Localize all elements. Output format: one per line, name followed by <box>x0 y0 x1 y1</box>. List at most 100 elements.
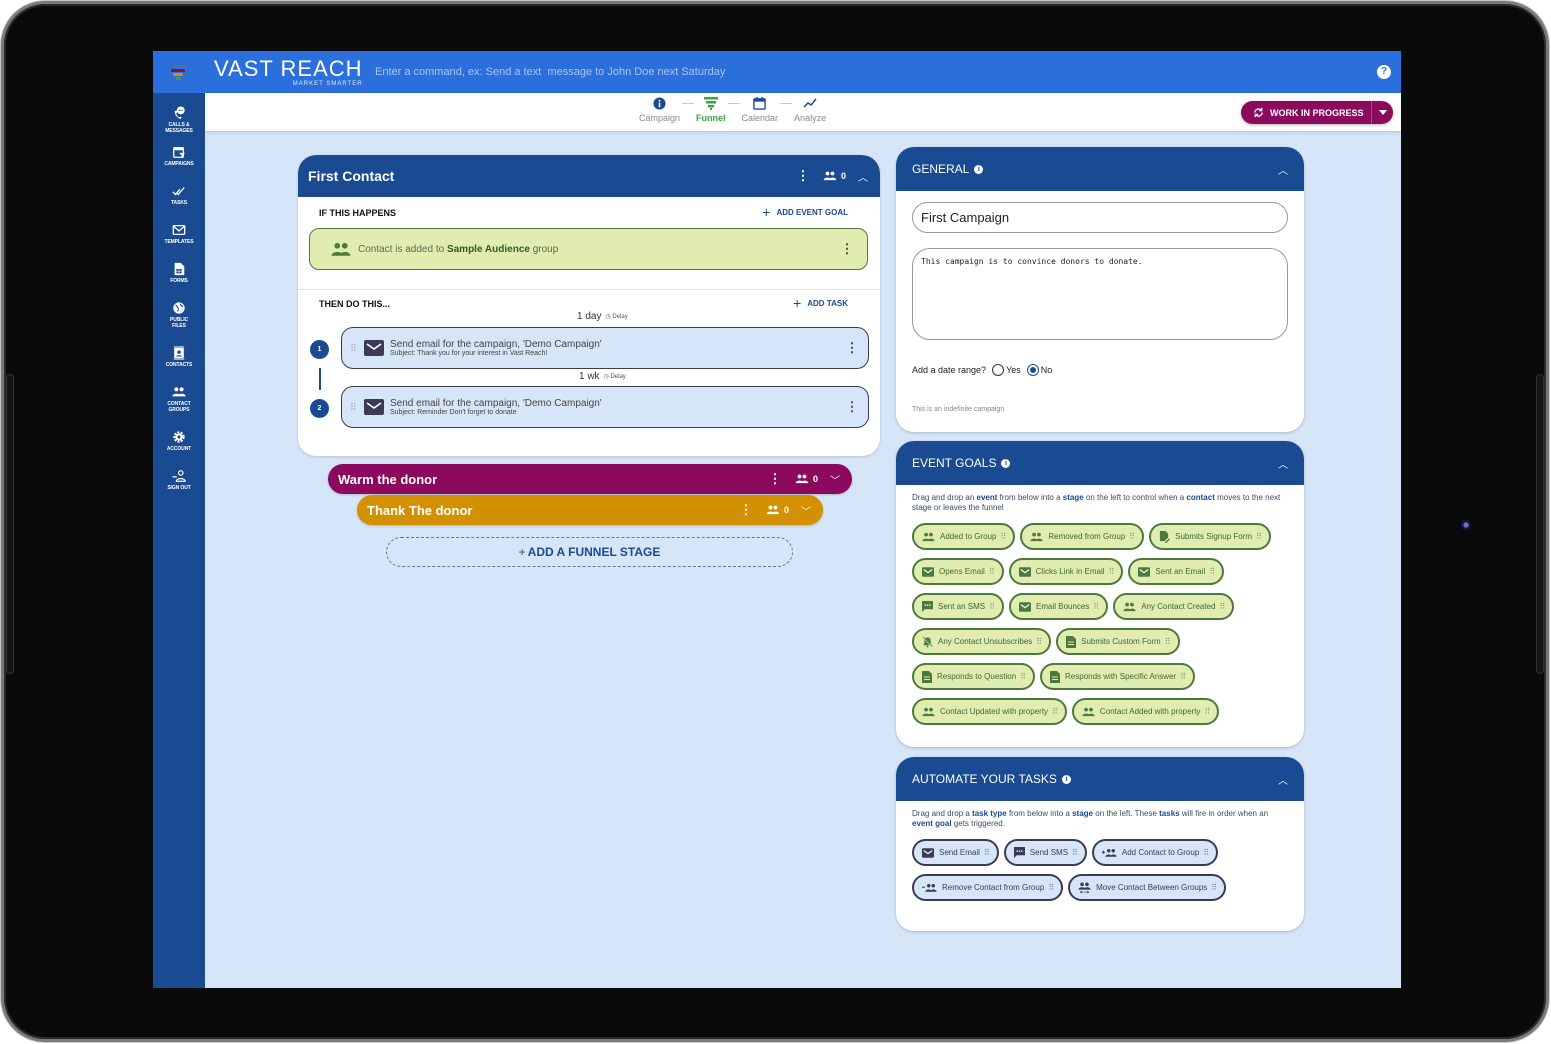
drag-handle-icon[interactable]: ⠿ <box>1072 848 1078 857</box>
help-icon[interactable]: ? <box>1377 65 1391 79</box>
drag-handle-icon[interactable]: ⠿ <box>1256 532 1262 541</box>
sidebar-item-campaigns[interactable]: CAMPAIGNS <box>153 145 205 184</box>
event-menu-icon[interactable]: ⋮ <box>839 242 855 255</box>
sidebar-item-templates[interactable]: TEMPLATES <box>153 223 205 262</box>
event-goal-item[interactable]: Contact is added to Sample Audience grou… <box>309 228 868 270</box>
date-range-no-radio[interactable]: No <box>1026 364 1052 376</box>
sidebar-item-public-files[interactable]: PUBLIC FILES <box>153 301 205 346</box>
campaign-description-input[interactable]: This campaign is to convince donors to d… <box>912 248 1288 340</box>
event-goal-chip[interactable]: Submits Signup Form ⠿ <box>1149 523 1271 550</box>
drag-handle-icon[interactable]: ⠿ <box>350 402 358 411</box>
drag-handle-icon[interactable]: ⠿ <box>989 602 995 611</box>
stage-menu-icon[interactable]: ⋮ <box>795 169 811 182</box>
add-funnel-stage-button[interactable]: + ADD A FUNNEL STAGE <box>386 537 793 567</box>
brand-name: VAST REACH <box>214 56 363 81</box>
drag-handle-icon[interactable]: ⠿ <box>1036 637 1042 646</box>
status-dropdown-toggle[interactable] <box>1371 101 1393 124</box>
status-button[interactable]: WORK IN PROGRESS <box>1241 101 1371 124</box>
task-item[interactable]: ⠿ Send email for the campaign, 'Demo Cam… <box>341 386 869 428</box>
drag-handle-icon[interactable]: ⠿ <box>1020 672 1026 681</box>
task-delay[interactable]: 1 day ◷ Delay <box>577 311 628 322</box>
command-input[interactable] <box>375 62 975 82</box>
task-type-chip[interactable]: Send Email ⠿ <box>912 839 999 866</box>
funnel-logo-icon[interactable] <box>169 65 187 81</box>
sidebar-item-contact-groups[interactable]: CONTACT GROUPS <box>153 385 205 430</box>
event-goal-chip[interactable]: Contact Updated with property ⠿ <box>912 698 1067 725</box>
event-goal-chip[interactable]: Contact Added with property ⠿ <box>1071 698 1220 725</box>
stage-header[interactable]: First Contact ⋮ 0 ︿ <box>298 155 880 197</box>
task-menu-icon[interactable]: ⋮ <box>844 341 860 354</box>
sidebar-item-contacts[interactable]: CONTACTS <box>153 346 205 385</box>
panel-header[interactable]: GENERAL i ︿ <box>896 147 1304 191</box>
drag-handle-icon[interactable]: ⠿ <box>1109 567 1115 576</box>
event-goal-chip[interactable]: Opens Email ⠿ <box>912 558 1004 585</box>
expand-chevron-icon[interactable]: ﹀ <box>799 503 813 518</box>
event-goal-chip[interactable]: Submits Custom Form ⠿ <box>1056 628 1180 655</box>
drag-handle-icon[interactable]: ⠿ <box>1204 707 1210 716</box>
task-type-chip[interactable]: Move Contact Between Groups ⠿ <box>1068 874 1227 901</box>
drag-handle-icon[interactable]: ⠿ <box>1203 848 1209 857</box>
panel-header[interactable]: EVENT GOALS i ︿ <box>896 441 1304 485</box>
campaign-name-input[interactable] <box>912 202 1288 233</box>
step-analyze[interactable]: Analyze <box>794 96 826 123</box>
drag-handle-icon[interactable]: ⠿ <box>1165 637 1171 646</box>
event-goal-chip[interactable]: Removed from Group ⠿ <box>1020 523 1145 550</box>
drag-handle-icon[interactable]: ⠿ <box>1211 883 1217 892</box>
expand-chevron-icon[interactable]: ﹀ <box>828 472 842 487</box>
event-goal-chip[interactable]: Responds with Specific Answer ⠿ <box>1040 663 1196 690</box>
event-goal-chip[interactable]: Any Contact Created ⠿ <box>1113 593 1235 620</box>
panel-header[interactable]: AUTOMATE YOUR TASKS i ︿ <box>896 757 1304 801</box>
stage-menu-icon[interactable]: ⋮ <box>738 503 754 516</box>
event-goal-chip[interactable]: Added to Group ⠿ <box>912 523 1016 550</box>
step-campaign[interactable]: Campaign <box>639 96 680 123</box>
drag-handle-icon[interactable]: ⠿ <box>1048 883 1054 892</box>
group-icon <box>766 505 780 515</box>
sidebar-item-sign-out[interactable]: SIGN OUT <box>153 469 205 508</box>
task-item[interactable]: ⠿ Send email for the campaign, 'Demo Cam… <box>341 327 869 369</box>
info-icon[interactable]: i <box>1061 774 1071 784</box>
add-task-button[interactable]: + ADD TASK <box>793 296 848 310</box>
event-goal-chip[interactable]: Email Bounces ⠿ <box>1009 593 1109 620</box>
event-goal-chip[interactable]: Any Contact Unsubscribes ⠿ <box>912 628 1052 655</box>
task-type-chip[interactable]: Send SMS ⠿ <box>1003 839 1087 866</box>
drag-handle-icon[interactable]: ⠿ <box>1219 602 1225 611</box>
stage-thank-the-donor[interactable]: Thank The donor ⋮ 0 ﹀ <box>357 495 823 525</box>
drag-handle-icon[interactable]: ⠿ <box>989 567 995 576</box>
group-icon <box>172 387 186 397</box>
drag-handle-icon[interactable]: ⠿ <box>984 848 990 857</box>
event-goal-chip[interactable]: Sent an Email ⠿ <box>1128 558 1225 585</box>
count-value: 0 <box>783 505 789 515</box>
event-goal-chip[interactable]: Responds to Question ⠿ <box>912 663 1036 690</box>
drag-handle-icon[interactable]: ⠿ <box>1129 532 1135 541</box>
date-range-yes-radio[interactable]: Yes <box>992 364 1021 376</box>
chip-label: Responds to Question <box>937 672 1017 681</box>
event-goal-chip[interactable]: Clicks Link in Email ⠿ <box>1008 558 1124 585</box>
task-delay[interactable]: 1 wk ◷ Delay <box>579 371 626 382</box>
sidebar-item-account[interactable]: ACCOUNT <box>153 430 205 469</box>
sidebar-label-line2: MESSAGES <box>165 128 193 134</box>
drag-handle-icon[interactable]: ⠿ <box>1180 672 1186 681</box>
drag-handle-icon[interactable]: ⠿ <box>1000 532 1006 541</box>
event-goal-chip[interactable]: Sent an SMS ⠿ <box>912 593 1004 620</box>
drag-handle-icon[interactable]: ⠿ <box>1209 567 1215 576</box>
drag-handle-icon[interactable]: ⠿ <box>1052 707 1058 716</box>
task-type-chip[interactable]: Add Contact to Group ⠿ <box>1091 839 1219 866</box>
drag-handle-icon[interactable]: ⠿ <box>1093 602 1099 611</box>
collapse-chevron-icon[interactable]: ︿ <box>1278 772 1288 787</box>
add-event-goal-button[interactable]: + ADD EVENT GOAL <box>762 205 848 219</box>
collapse-chevron-icon[interactable]: ︿ <box>856 169 870 184</box>
info-icon[interactable]: i <box>1001 458 1011 468</box>
stage-menu-icon[interactable]: ⋮ <box>767 472 783 485</box>
info-icon[interactable]: i <box>974 164 984 174</box>
stage-warm-the-donor[interactable]: Warm the donor ⋮ 0 ﹀ <box>328 464 852 494</box>
collapse-chevron-icon[interactable]: ︿ <box>1278 456 1288 471</box>
sidebar-item-tasks[interactable]: TASKS <box>153 184 205 223</box>
step-calendar[interactable]: Calendar <box>742 96 778 123</box>
task-menu-icon[interactable]: ⋮ <box>844 400 860 413</box>
step-funnel[interactable]: Funnel <box>696 96 726 123</box>
task-type-chip[interactable]: Remove Contact from Group ⠿ <box>912 874 1064 901</box>
sidebar-item-calls-messages[interactable]: CALLS & MESSAGES <box>153 106 205 145</box>
collapse-chevron-icon[interactable]: ︿ <box>1278 162 1288 177</box>
drag-handle-icon[interactable]: ⠿ <box>350 343 358 352</box>
sidebar-item-forms[interactable]: FORMS <box>153 262 205 301</box>
